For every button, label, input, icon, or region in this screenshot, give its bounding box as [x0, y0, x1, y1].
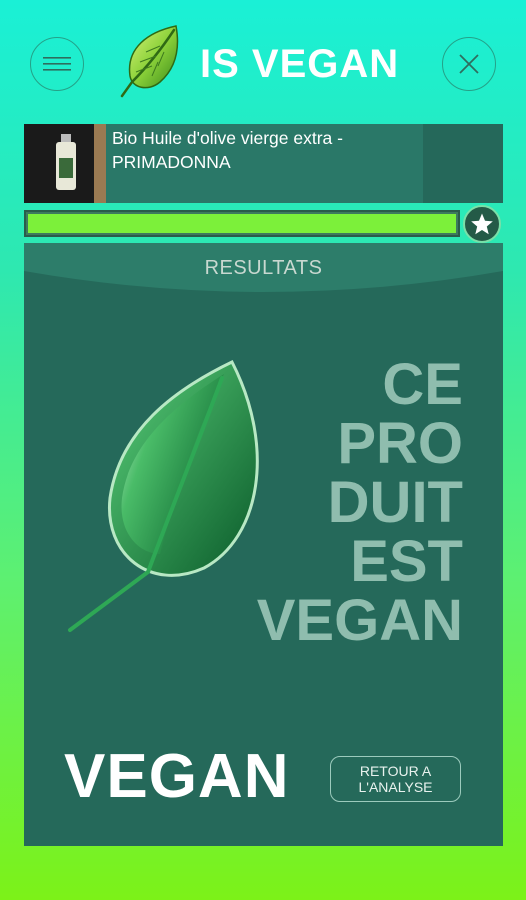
vegan-status-label: VEGAN	[64, 742, 290, 811]
results-title: RESULTATS	[204, 257, 323, 279]
product-card[interactable]: Bio Huile d'olive vierge extra - PRIMADO…	[24, 124, 503, 203]
verdict-line: EST	[350, 529, 463, 594]
results-panel: RESULTATS CE PRO DUIT EST VEGAN VEGAN RE…	[24, 243, 503, 846]
progress-fill	[28, 214, 456, 233]
app-title: IS VEGAN	[200, 42, 400, 86]
verdict-line: DUIT	[327, 470, 463, 535]
back-to-analysis-button[interactable]: RETOUR A L'ANALYSE	[330, 756, 461, 802]
product-name: Bio Huile d'olive vierge extra - PRIMADO…	[112, 126, 432, 174]
verdict-line: VEGAN	[256, 588, 463, 653]
product-name-line1: Bio Huile d'olive vierge extra -	[112, 128, 343, 148]
back-button-label-line1: RETOUR A	[359, 763, 432, 779]
favorite-button[interactable]	[463, 205, 501, 243]
analysis-progress-bar	[24, 210, 460, 237]
verdict-text: CE PRO DUIT EST VEGAN	[203, 355, 463, 650]
verdict-line: CE	[382, 352, 463, 417]
back-button-label-line2: L'ANALYSE	[358, 779, 433, 795]
close-button[interactable]	[442, 37, 496, 91]
verdict-line: PRO	[337, 411, 463, 476]
star-icon	[471, 213, 493, 235]
menu-button[interactable]	[30, 37, 84, 91]
product-name-line2: PRIMADONNA	[112, 152, 231, 172]
close-icon	[459, 54, 479, 74]
hamburger-menu-icon	[43, 57, 71, 71]
product-image	[24, 124, 106, 203]
product-card-side	[423, 124, 503, 203]
leaf-icon	[120, 25, 179, 98]
